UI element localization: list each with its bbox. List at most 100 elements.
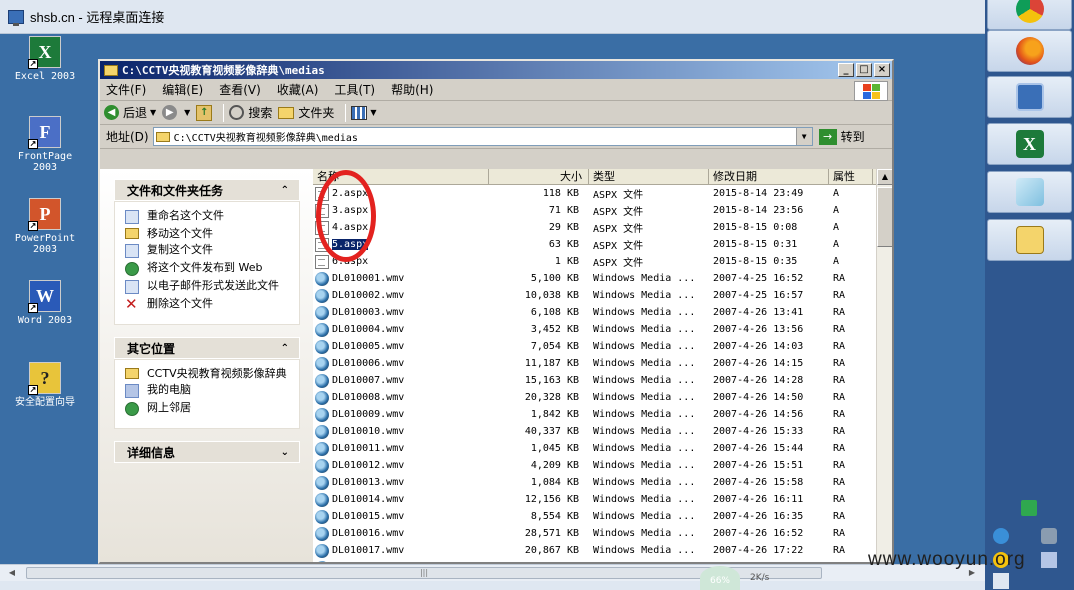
chevron-down-icon[interactable]: ▼ — [150, 108, 156, 117]
go-button[interactable]: → 转到 — [818, 128, 865, 145]
file-row[interactable]: DL010002.wmv 10,038 KB Windows Media ... 20… — [313, 287, 892, 304]
file-name-cell[interactable]: DL010007.wmv — [313, 373, 489, 388]
collapse-chevron-icon[interactable]: ⌃ — [281, 185, 289, 196]
chevron-down-icon[interactable]: ▼ — [370, 108, 376, 117]
scroll-left-arrow-icon[interactable]: ◀ — [6, 567, 18, 579]
file-name-cell[interactable]: DL010011.wmv — [313, 441, 489, 456]
file-name-cell[interactable]: DL010005.wmv — [313, 339, 489, 354]
taskbar-chrome[interactable] — [987, 0, 1072, 30]
file-row[interactable]: 6.aspx 1 KB ASPX 文件 2015-8-15 0:35 A — [313, 253, 892, 270]
desktop-shortcut[interactable]: X ↗ Excel 2003 — [10, 36, 80, 82]
maximize-button[interactable]: □ — [856, 63, 872, 77]
file-name-cell[interactable]: DL010013.wmv — [313, 475, 489, 490]
task-rename[interactable]: 重命名这个文件 — [125, 210, 293, 224]
desktop-shortcut[interactable]: W ↗ Word 2003 — [10, 280, 80, 326]
file-row[interactable]: DL010006.wmv 11,187 KB Windows Media ... 20… — [313, 355, 892, 372]
task-publish-web[interactable]: 将这个文件发布到 Web — [125, 262, 293, 276]
file-row[interactable]: 5.aspx 63 KB ASPX 文件 2015-8-15 0:31 A — [313, 236, 892, 253]
desktop-shortcut[interactable]: P ↗ PowerPoint 2003 — [10, 198, 80, 255]
column-attributes[interactable]: 属性 — [829, 169, 873, 184]
file-name-cell[interactable]: DL010017.wmv — [313, 543, 489, 558]
collapse-chevron-icon[interactable]: ⌃ — [281, 343, 289, 354]
file-name-cell[interactable]: DL010006.wmv — [313, 356, 489, 371]
file-row[interactable]: DL010017.wmv 20,867 KB Windows Media ... 20… — [313, 542, 892, 559]
file-row[interactable]: 3.aspx 71 KB ASPX 文件 2015-8-14 23:56 A — [313, 202, 892, 219]
task-move[interactable]: 移动这个文件 — [125, 228, 293, 240]
file-name-cell[interactable]: DL010016.wmv — [313, 526, 489, 541]
desktop-shortcut[interactable]: F ↗ FrontPage 2003 — [10, 116, 80, 173]
taskbar-firefox[interactable] — [987, 30, 1072, 72]
minimize-button[interactable]: _ — [838, 63, 854, 77]
file-row[interactable]: DL010003.wmv 6,108 KB Windows Media ... 200… — [313, 304, 892, 321]
menu-tools[interactable]: 工具(T) — [334, 81, 375, 98]
file-row[interactable]: DL010005.wmv 7,054 KB Windows Media ... 200… — [313, 338, 892, 355]
file-row[interactable]: DL010007.wmv 15,163 KB Windows Media ... 20… — [313, 372, 892, 389]
file-name-cell[interactable]: DL010001.wmv — [313, 271, 489, 286]
file-name-cell[interactable]: DL010018.wmv — [313, 560, 489, 562]
scrollbar-thumb[interactable] — [877, 187, 892, 247]
search-button[interactable]: 搜索 — [229, 104, 272, 121]
rdp-title-bar[interactable]: shsb.cn - 远程桌面连接 — [0, 0, 985, 34]
volume-icon[interactable] — [993, 573, 1009, 589]
file-name-cell[interactable]: DL010012.wmv — [313, 458, 489, 473]
details-header[interactable]: 详细信息 ⌄ — [114, 441, 300, 463]
expand-chevron-icon[interactable]: ⌄ — [281, 447, 289, 458]
battery-icon[interactable] — [1021, 500, 1037, 516]
menu-file[interactable]: 文件(F) — [106, 81, 146, 98]
desktop-shortcut[interactable]: ? ↗ 安全配置向导 — [10, 362, 80, 408]
file-name-cell[interactable]: DL010008.wmv — [313, 390, 489, 405]
column-modified[interactable]: 修改日期 — [709, 169, 829, 184]
menu-view[interactable]: 查看(V) — [219, 81, 261, 98]
taskbar-excel[interactable]: X — [987, 123, 1072, 165]
taskbar-explorer[interactable] — [987, 219, 1072, 261]
file-row[interactable]: DL010011.wmv 1,045 KB Windows Media ... 200… — [313, 440, 892, 457]
place-network[interactable]: 网上邻居 — [125, 402, 293, 416]
file-row[interactable]: DL010010.wmv 40,337 KB Windows Media ... 20… — [313, 423, 892, 440]
forward-button[interactable]: ▶ ▼ — [162, 105, 190, 120]
file-name-cell[interactable]: DL010014.wmv — [313, 492, 489, 507]
column-size[interactable]: 大小 — [489, 169, 589, 184]
close-button[interactable]: × — [874, 63, 890, 77]
file-row[interactable]: DL010016.wmv 28,571 KB Windows Media ... 20… — [313, 525, 892, 542]
device-tray-icon[interactable] — [1041, 552, 1057, 568]
file-row[interactable]: DL010018.wmv7,389 KBWindows Media ...200… — [313, 559, 892, 562]
file-row[interactable]: DL010013.wmv 1,084 KB Windows Media ... 200… — [313, 474, 892, 491]
up-folder-button[interactable]: ↑ — [196, 104, 213, 121]
file-row[interactable]: DL010014.wmv 12,156 KB Windows Media ... 20… — [313, 491, 892, 508]
file-name-cell[interactable]: DL010010.wmv — [313, 424, 489, 439]
place-my-computer[interactable]: 我的电脑 — [125, 384, 293, 398]
file-name-cell[interactable]: DL010009.wmv — [313, 407, 489, 422]
file-name-cell[interactable]: DL010003.wmv — [313, 305, 489, 320]
taskbar-notepad[interactable] — [987, 171, 1072, 213]
menu-help[interactable]: 帮助(H) — [391, 81, 433, 98]
network-tray-icon[interactable] — [1041, 528, 1057, 544]
file-row[interactable]: DL010004.wmv 3,452 KB Windows Media ... 200… — [313, 321, 892, 338]
address-input[interactable]: C:\CCTV央视教育视频影像辞典\medias ▼ — [152, 127, 813, 146]
views-button[interactable]: ▼ — [351, 105, 377, 120]
taskbar-remote-desktop[interactable] — [987, 76, 1072, 118]
vertical-scrollbar[interactable]: ▲ — [876, 169, 892, 562]
file-row[interactable]: 2.aspx 118 KB ASPX 文件 2015-8-14 23:49 A — [313, 185, 892, 202]
menu-edit[interactable]: 编辑(E) — [162, 81, 203, 98]
place-parent-folder[interactable]: CCTV央视教育视频影像辞典 — [125, 368, 293, 380]
folders-button[interactable]: 文件夹 — [278, 104, 334, 121]
scroll-up-arrow-icon[interactable]: ▲ — [877, 169, 892, 185]
file-row[interactable]: DL010009.wmv 1,842 KB Windows Media ... 200… — [313, 406, 892, 423]
back-button[interactable]: ◀ 后退 ▼ — [104, 104, 156, 121]
file-name-cell[interactable]: DL010004.wmv — [313, 322, 489, 337]
file-row[interactable]: 4.aspx 29 KB ASPX 文件 2015-8-15 0:08 A — [313, 219, 892, 236]
file-name-cell[interactable]: DL010002.wmv — [313, 288, 489, 303]
explorer-title-bar[interactable]: C:\CCTV央视教育视频影像辞典\medias _ □ × — [100, 61, 892, 79]
task-email[interactable]: 以电子邮件形式发送此文件 — [125, 280, 293, 294]
menu-favorites[interactable]: 收藏(A) — [277, 81, 319, 98]
task-copy[interactable]: 复制这个文件 — [125, 244, 293, 258]
column-type[interactable]: 类型 — [589, 169, 709, 184]
other-places-header[interactable]: 其它位置 ⌃ — [114, 337, 300, 359]
address-dropdown-button[interactable]: ▼ — [795, 128, 812, 145]
file-row[interactable]: DL010008.wmv 20,328 KB Windows Media ... 20… — [313, 389, 892, 406]
remote-horizontal-scrollbar[interactable]: ◀ ||| ▶ — [0, 564, 985, 581]
file-name-cell[interactable]: DL010015.wmv — [313, 509, 489, 524]
file-tasks-header[interactable]: 文件和文件夹任务 ⌃ — [114, 179, 300, 201]
chevron-down-icon[interactable]: ▼ — [184, 108, 190, 117]
file-row[interactable]: DL010001.wmv 5,100 KB Windows Media ... 200… — [313, 270, 892, 287]
